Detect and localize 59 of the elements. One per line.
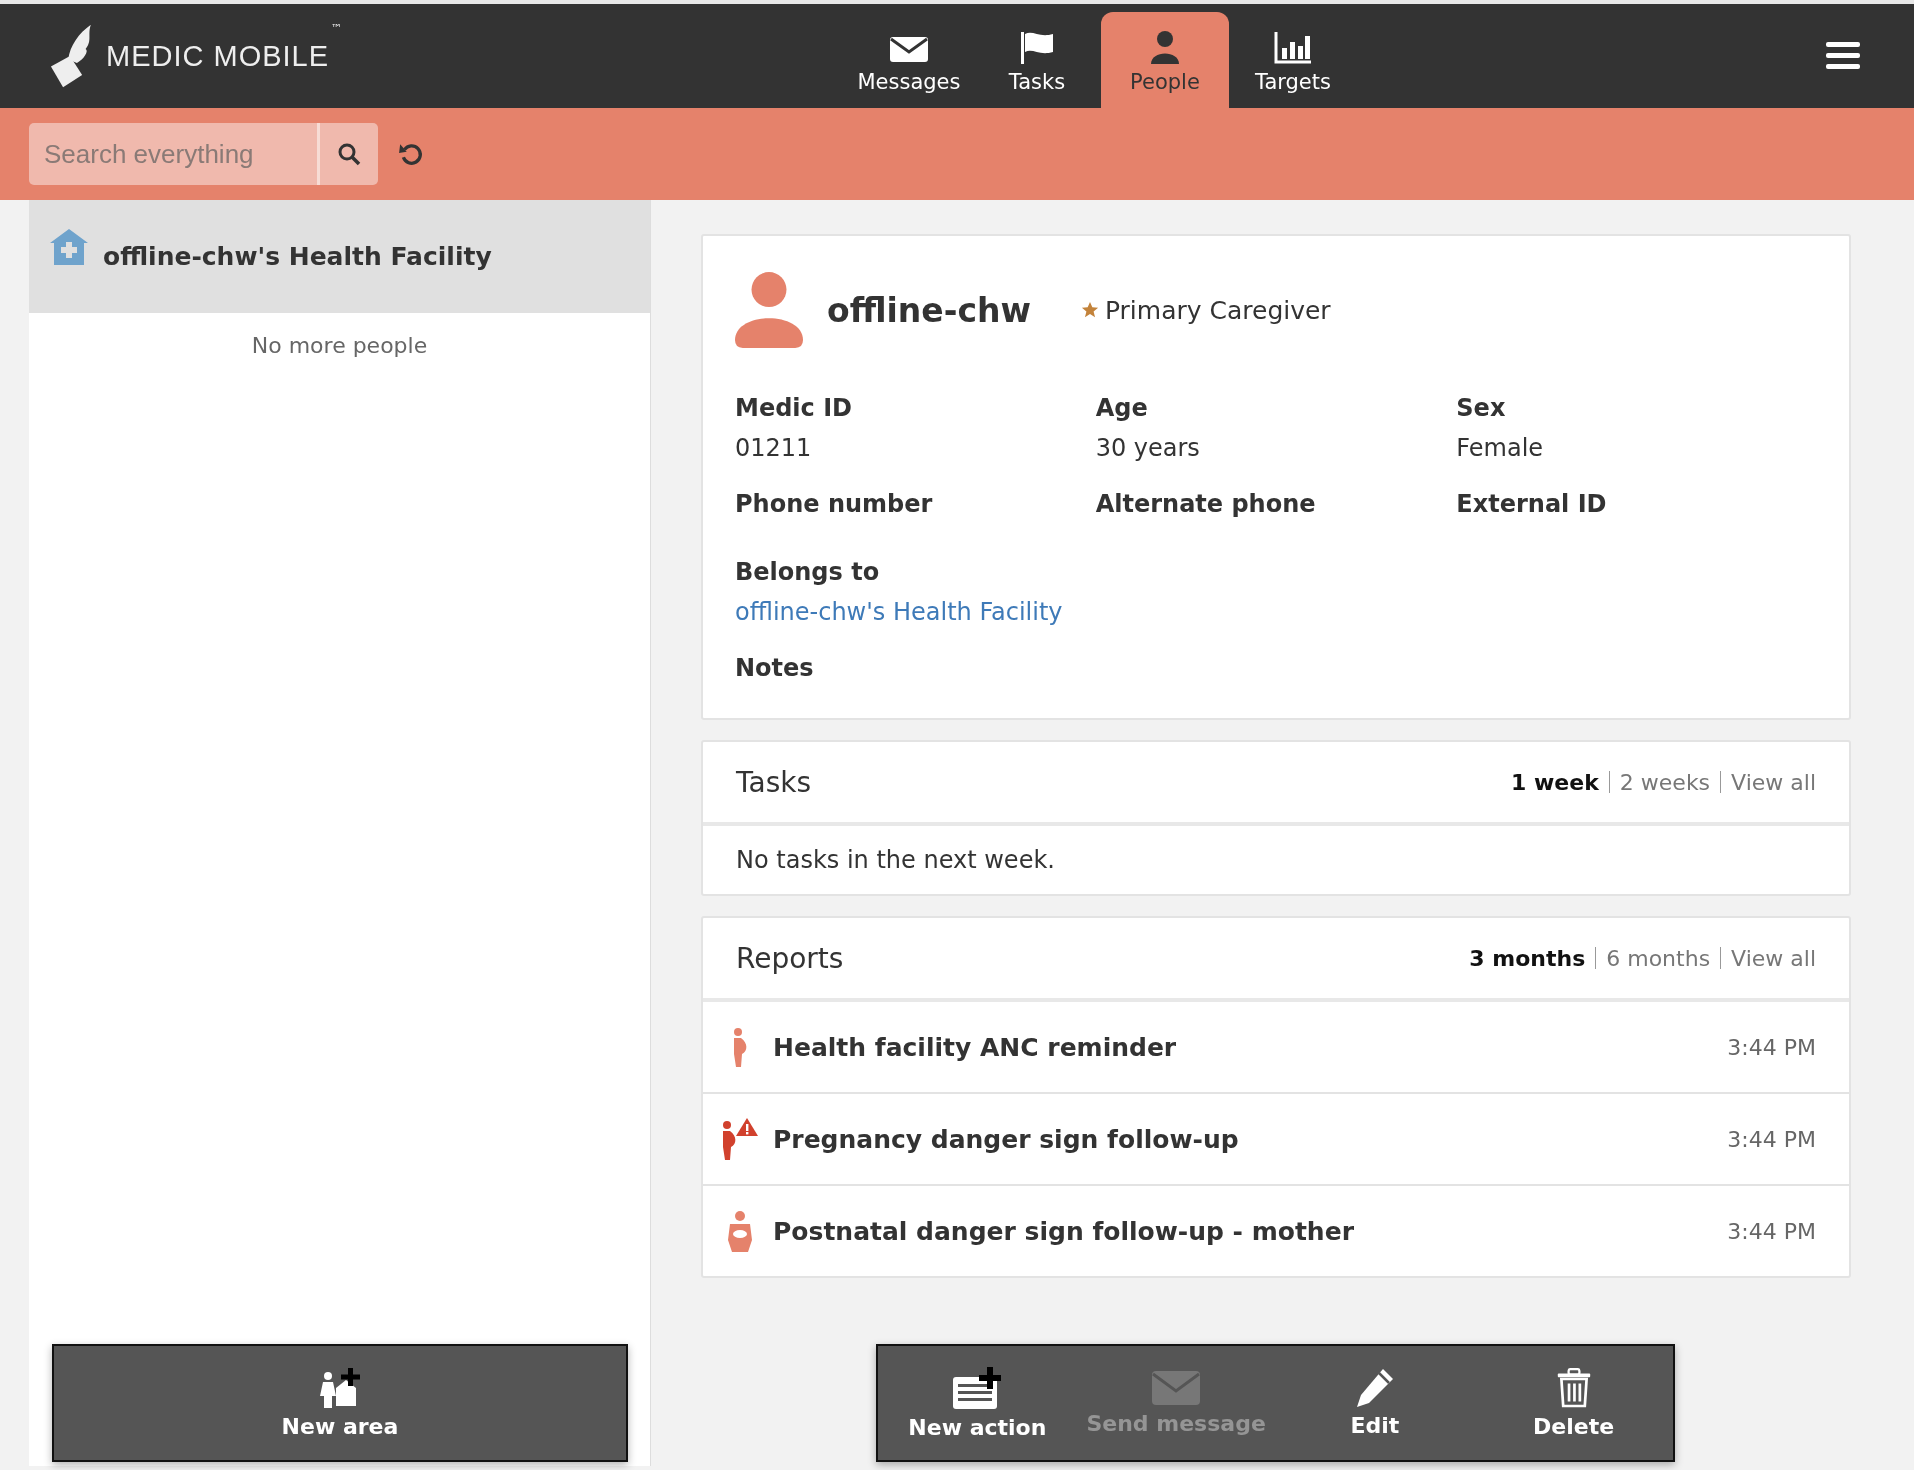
field-label: Phone number bbox=[735, 490, 934, 518]
filter-link[interactable]: View all bbox=[1731, 769, 1816, 795]
house-icon bbox=[49, 226, 89, 267]
person-icon bbox=[1151, 31, 1179, 64]
field-label: Alternate phone bbox=[1095, 490, 1317, 518]
report-title[interactable]: Pregnancy danger sign follow-up bbox=[773, 1124, 1239, 1154]
search-icon[interactable] bbox=[337, 142, 361, 166]
field-value: Female bbox=[1456, 434, 1545, 462]
filter-link[interactable]: 6 months bbox=[1606, 945, 1711, 971]
field-value: 30 years bbox=[1095, 434, 1201, 462]
new-area-icon bbox=[319, 1367, 361, 1408]
parent-link[interactable]: offline-chw's Health Facility bbox=[735, 598, 1063, 626]
mother-baby-icon bbox=[728, 1210, 752, 1252]
action-button[interactable]: New area bbox=[54, 1346, 626, 1460]
section-title: Tasks bbox=[736, 765, 812, 799]
action-button[interactable]: Delete bbox=[1474, 1346, 1673, 1460]
field-label: Medic ID bbox=[735, 394, 853, 422]
envelope-icon bbox=[889, 34, 929, 64]
report-time: 3:44 PM bbox=[1727, 1126, 1816, 1152]
menu-icon[interactable] bbox=[1826, 42, 1860, 70]
field-label: Sex bbox=[1456, 394, 1507, 422]
filter-link[interactable]: View all bbox=[1731, 945, 1816, 971]
field-label: Notes bbox=[735, 654, 815, 682]
contact-name: offline-chw bbox=[827, 290, 1031, 330]
place-item[interactable]: offline-chw's Health Facility bbox=[29, 200, 650, 313]
nav-tab[interactable]: People bbox=[1101, 12, 1229, 108]
pregnancy-warning-icon bbox=[721, 1117, 759, 1161]
field-value: 01211 bbox=[735, 434, 813, 462]
pencil-icon bbox=[1356, 1368, 1393, 1407]
field-label: Age bbox=[1095, 394, 1149, 422]
report-time: 3:44 PM bbox=[1727, 1034, 1816, 1060]
contact-role: Primary Caregiver bbox=[1104, 295, 1331, 325]
report-time: 3:44 PM bbox=[1727, 1218, 1816, 1244]
section-title: Reports bbox=[736, 941, 844, 975]
star-icon bbox=[1080, 301, 1099, 319]
filter-link[interactable]: 2 weeks bbox=[1619, 769, 1711, 795]
empty-note: No more people bbox=[250, 332, 429, 358]
filter-link[interactable]: 1 week bbox=[1511, 769, 1599, 795]
report-title[interactable]: Postnatal danger sign follow-up - mother bbox=[773, 1216, 1354, 1246]
pregnant-woman-icon bbox=[732, 1026, 748, 1068]
new-form-icon bbox=[953, 1366, 1002, 1409]
action-button[interactable]: Edit bbox=[1275, 1346, 1475, 1460]
refresh-icon[interactable] bbox=[398, 141, 424, 167]
brand-name: MEDIC MOBILE bbox=[106, 39, 330, 73]
nav-tab[interactable]: Messages bbox=[845, 12, 973, 108]
trademark: ™ bbox=[331, 22, 343, 35]
field-label: External ID bbox=[1456, 490, 1608, 518]
search-field[interactable]: Search everything bbox=[29, 123, 317, 185]
avatar-icon bbox=[735, 272, 803, 348]
report-title[interactable]: Health facility ANC reminder bbox=[773, 1032, 1177, 1062]
filter-link[interactable]: 3 months bbox=[1469, 945, 1586, 971]
empty-note: No tasks in the next week. bbox=[735, 845, 1056, 876]
action-button[interactable]: New action bbox=[878, 1346, 1077, 1460]
field-label: Belongs to bbox=[735, 558, 881, 586]
nav-tab[interactable]: Targets bbox=[1229, 12, 1357, 108]
nav-tab[interactable]: Tasks bbox=[973, 12, 1101, 108]
trash-icon bbox=[1555, 1367, 1592, 1408]
bar-chart-icon bbox=[1273, 30, 1313, 64]
envelope-icon bbox=[1152, 1370, 1201, 1405]
